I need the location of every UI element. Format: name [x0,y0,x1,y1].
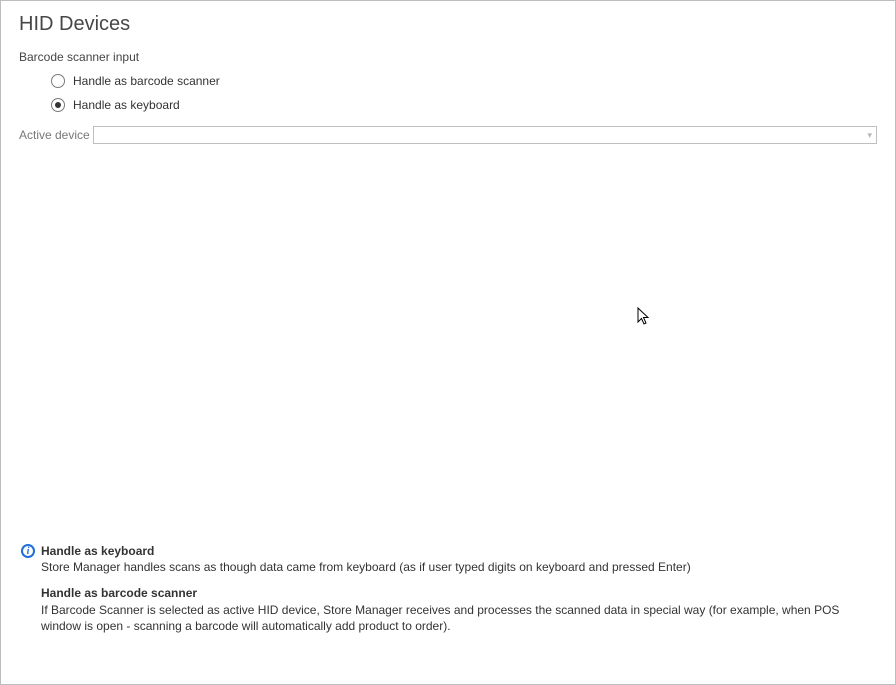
page-title: HID Devices [19,13,877,36]
active-device-label: Active device [19,128,93,142]
active-device-row: Active device ▾ [19,126,877,144]
info-text: Handle as keyboard Store Manager handles… [41,543,875,634]
radio-label: Handle as keyboard [73,98,180,112]
info-heading-1: Handle as keyboard [41,544,154,558]
radio-label: Handle as barcode scanner [73,74,220,88]
radio-icon [51,74,65,88]
radio-icon [51,98,65,112]
radio-handle-as-barcode-scanner[interactable]: Handle as barcode scanner [51,70,877,92]
hid-devices-panel: HID Devices Barcode scanner input Handle… [0,0,896,685]
info-block: i Handle as keyboard Store Manager handl… [21,543,875,634]
active-device-dropdown[interactable]: ▾ [93,126,877,144]
radio-handle-as-keyboard[interactable]: Handle as keyboard [51,94,877,116]
info-icon: i [21,544,35,558]
info-heading-2: Handle as barcode scanner [41,586,197,600]
barcode-section-label: Barcode scanner input [19,50,877,64]
chevron-down-icon: ▾ [867,131,872,140]
mouse-cursor-icon [637,307,651,327]
barcode-radio-group: Handle as barcode scanner Handle as keyb… [51,70,877,116]
info-body-1: Store Manager handles scans as though da… [41,560,691,574]
info-body-2: If Barcode Scanner is selected as active… [41,603,839,633]
